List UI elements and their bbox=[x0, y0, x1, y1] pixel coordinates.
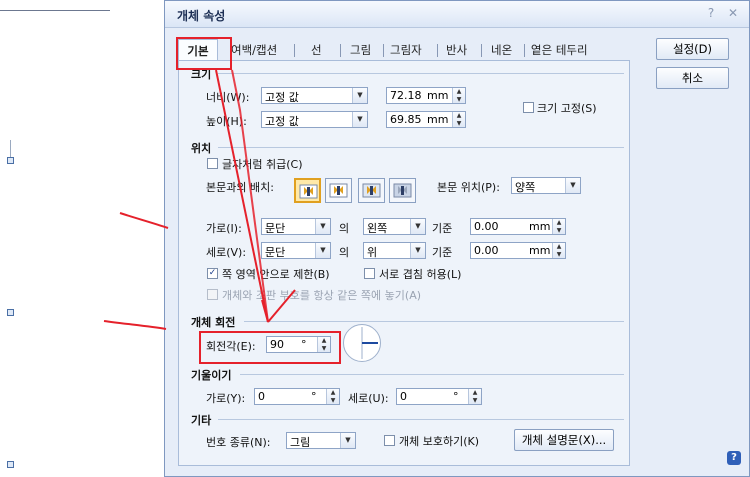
annotation-strokes bbox=[103, 69, 296, 330]
